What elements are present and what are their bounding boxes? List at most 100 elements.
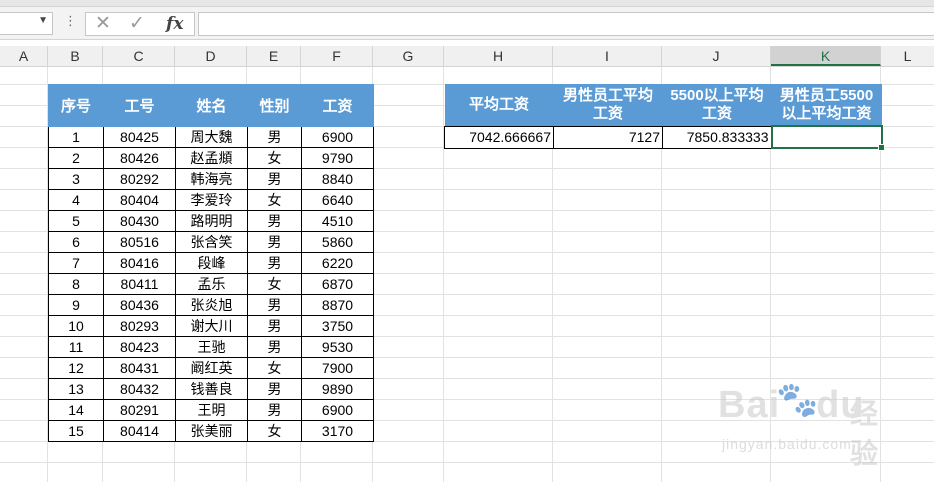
cell-id[interactable]: 80292 [103,168,176,190]
fill-handle[interactable] [877,144,885,151]
cell-id[interactable]: 80425 [103,126,176,148]
column-header-J[interactable]: J [662,46,771,66]
column-header-F[interactable]: F [301,46,373,66]
header-cell-name[interactable]: 姓名 [175,84,248,127]
header-cell-gender[interactable]: 性别 [247,84,302,127]
cell-index[interactable]: 2 [48,147,104,169]
cell-gender[interactable]: 女 [247,189,302,211]
cell-salary[interactable]: 6640 [301,189,374,211]
confirm-icon[interactable]: ✓ [129,13,145,35]
cell-gender[interactable]: 男 [247,168,302,190]
cell-id[interactable]: 80404 [103,189,176,211]
cell-gender[interactable]: 男 [247,378,302,400]
cell-salary[interactable]: 3170 [301,420,374,442]
column-header-A[interactable]: A [0,46,48,66]
column-header-E[interactable]: E [247,46,301,66]
cell-id[interactable]: 80423 [103,336,176,358]
header-male-average-salary[interactable]: 男性员工平均 工资 [553,84,663,126]
cell-id[interactable]: 80414 [103,420,176,442]
cell-id[interactable]: 80416 [103,252,176,274]
cell-gender[interactable]: 男 [247,252,302,274]
cell-salary[interactable]: 9890 [301,378,374,400]
cell-salary[interactable]: 4510 [301,210,374,232]
cell-name[interactable]: 李爱玲 [175,189,248,211]
cell-gender[interactable]: 女 [247,357,302,379]
cell-gender[interactable]: 男 [247,126,302,148]
cell-id[interactable]: 80291 [103,399,176,421]
cell-id[interactable]: 80432 [103,378,176,400]
cell-salary[interactable]: 8840 [301,168,374,190]
cell-gender[interactable]: 女 [247,420,302,442]
cell-index[interactable]: 15 [48,420,104,442]
cell-salary[interactable]: 7900 [301,357,374,379]
cell-index[interactable]: 5 [48,210,104,232]
cell-index[interactable]: 7 [48,252,104,274]
male-average-salary-cell[interactable]: 7127 [553,125,663,149]
cell-name[interactable]: 王驰 [175,336,248,358]
header-average-salary[interactable]: 平均工资 [444,84,554,126]
cell-name[interactable]: 段峰 [175,252,248,274]
cell-index[interactable]: 9 [48,294,104,316]
cell-salary[interactable]: 3750 [301,315,374,337]
header-cell-id[interactable]: 工号 [103,84,176,127]
header-male-above-5500-average[interactable]: 男性员工5500 以上平均工资 [771,84,882,126]
formula-input[interactable] [198,12,934,36]
cell-index[interactable]: 4 [48,189,104,211]
cell-gender[interactable]: 女 [247,273,302,295]
cell-name[interactable]: 钱善良 [175,378,248,400]
cell-salary[interactable]: 5860 [301,231,374,253]
cell-salary[interactable]: 6900 [301,126,374,148]
cell-salary[interactable]: 6870 [301,273,374,295]
cell-id[interactable]: 80430 [103,210,176,232]
cell-name[interactable]: 周大魏 [175,126,248,148]
cell-index[interactable]: 14 [48,399,104,421]
column-header-L[interactable]: L [881,46,934,66]
cell-index[interactable]: 12 [48,357,104,379]
insert-function-icon[interactable]: fx [166,13,183,35]
cell-index[interactable]: 11 [48,336,104,358]
cell-index[interactable]: 10 [48,315,104,337]
cell-id[interactable]: 80431 [103,357,176,379]
cell-name[interactable]: 张含笑 [175,231,248,253]
cell-name[interactable]: 谢大川 [175,315,248,337]
cell-gender[interactable]: 女 [247,147,302,169]
column-header-B[interactable]: B [48,46,103,66]
cell-gender[interactable]: 男 [247,231,302,253]
chevron-down-icon[interactable]: ▼ [38,15,48,26]
cell-salary[interactable]: 8870 [301,294,374,316]
cell-gender[interactable]: 男 [247,294,302,316]
cell-name[interactable]: 王明 [175,399,248,421]
cell-name[interactable]: 孟乐 [175,273,248,295]
cell-name[interactable]: 阚红英 [175,357,248,379]
cell-id[interactable]: 80436 [103,294,176,316]
column-header-K[interactable]: K [771,46,881,66]
cell-salary[interactable]: 9790 [301,147,374,169]
name-box[interactable]: ▼ [0,12,53,35]
cell-salary[interactable]: 6900 [301,399,374,421]
cell-gender[interactable]: 男 [247,336,302,358]
cell-id[interactable]: 80411 [103,273,176,295]
above-5500-average-cell[interactable]: 7850.833333 [662,125,772,149]
cell-name[interactable]: 韩海亮 [175,168,248,190]
cell-index[interactable]: 8 [48,273,104,295]
cell-salary[interactable]: 6220 [301,252,374,274]
cell-gender[interactable]: 男 [247,210,302,232]
column-header-G[interactable]: G [373,46,444,66]
cell-name[interactable]: 张炎旭 [175,294,248,316]
header-above-5500-average[interactable]: 5500以上平均 工资 [662,84,772,126]
cell-id[interactable]: 80516 [103,231,176,253]
cell-name[interactable]: 路明明 [175,210,248,232]
more-options-icon[interactable]: ⋮ [64,14,77,28]
column-header-C[interactable]: C [103,46,175,66]
column-header-H[interactable]: H [444,46,553,66]
header-cell-salary[interactable]: 工资 [301,84,374,127]
header-cell-index[interactable]: 序号 [48,84,104,127]
cell-index[interactable]: 1 [48,126,104,148]
column-header-I[interactable]: I [553,46,662,66]
cell-index[interactable]: 3 [48,168,104,190]
cell-gender[interactable]: 男 [247,399,302,421]
cancel-icon[interactable]: ✕ [95,13,111,35]
cell-gender[interactable]: 男 [247,315,302,337]
average-salary-cell[interactable]: 7042.666667 [444,125,554,149]
cell-index[interactable]: 6 [48,231,104,253]
